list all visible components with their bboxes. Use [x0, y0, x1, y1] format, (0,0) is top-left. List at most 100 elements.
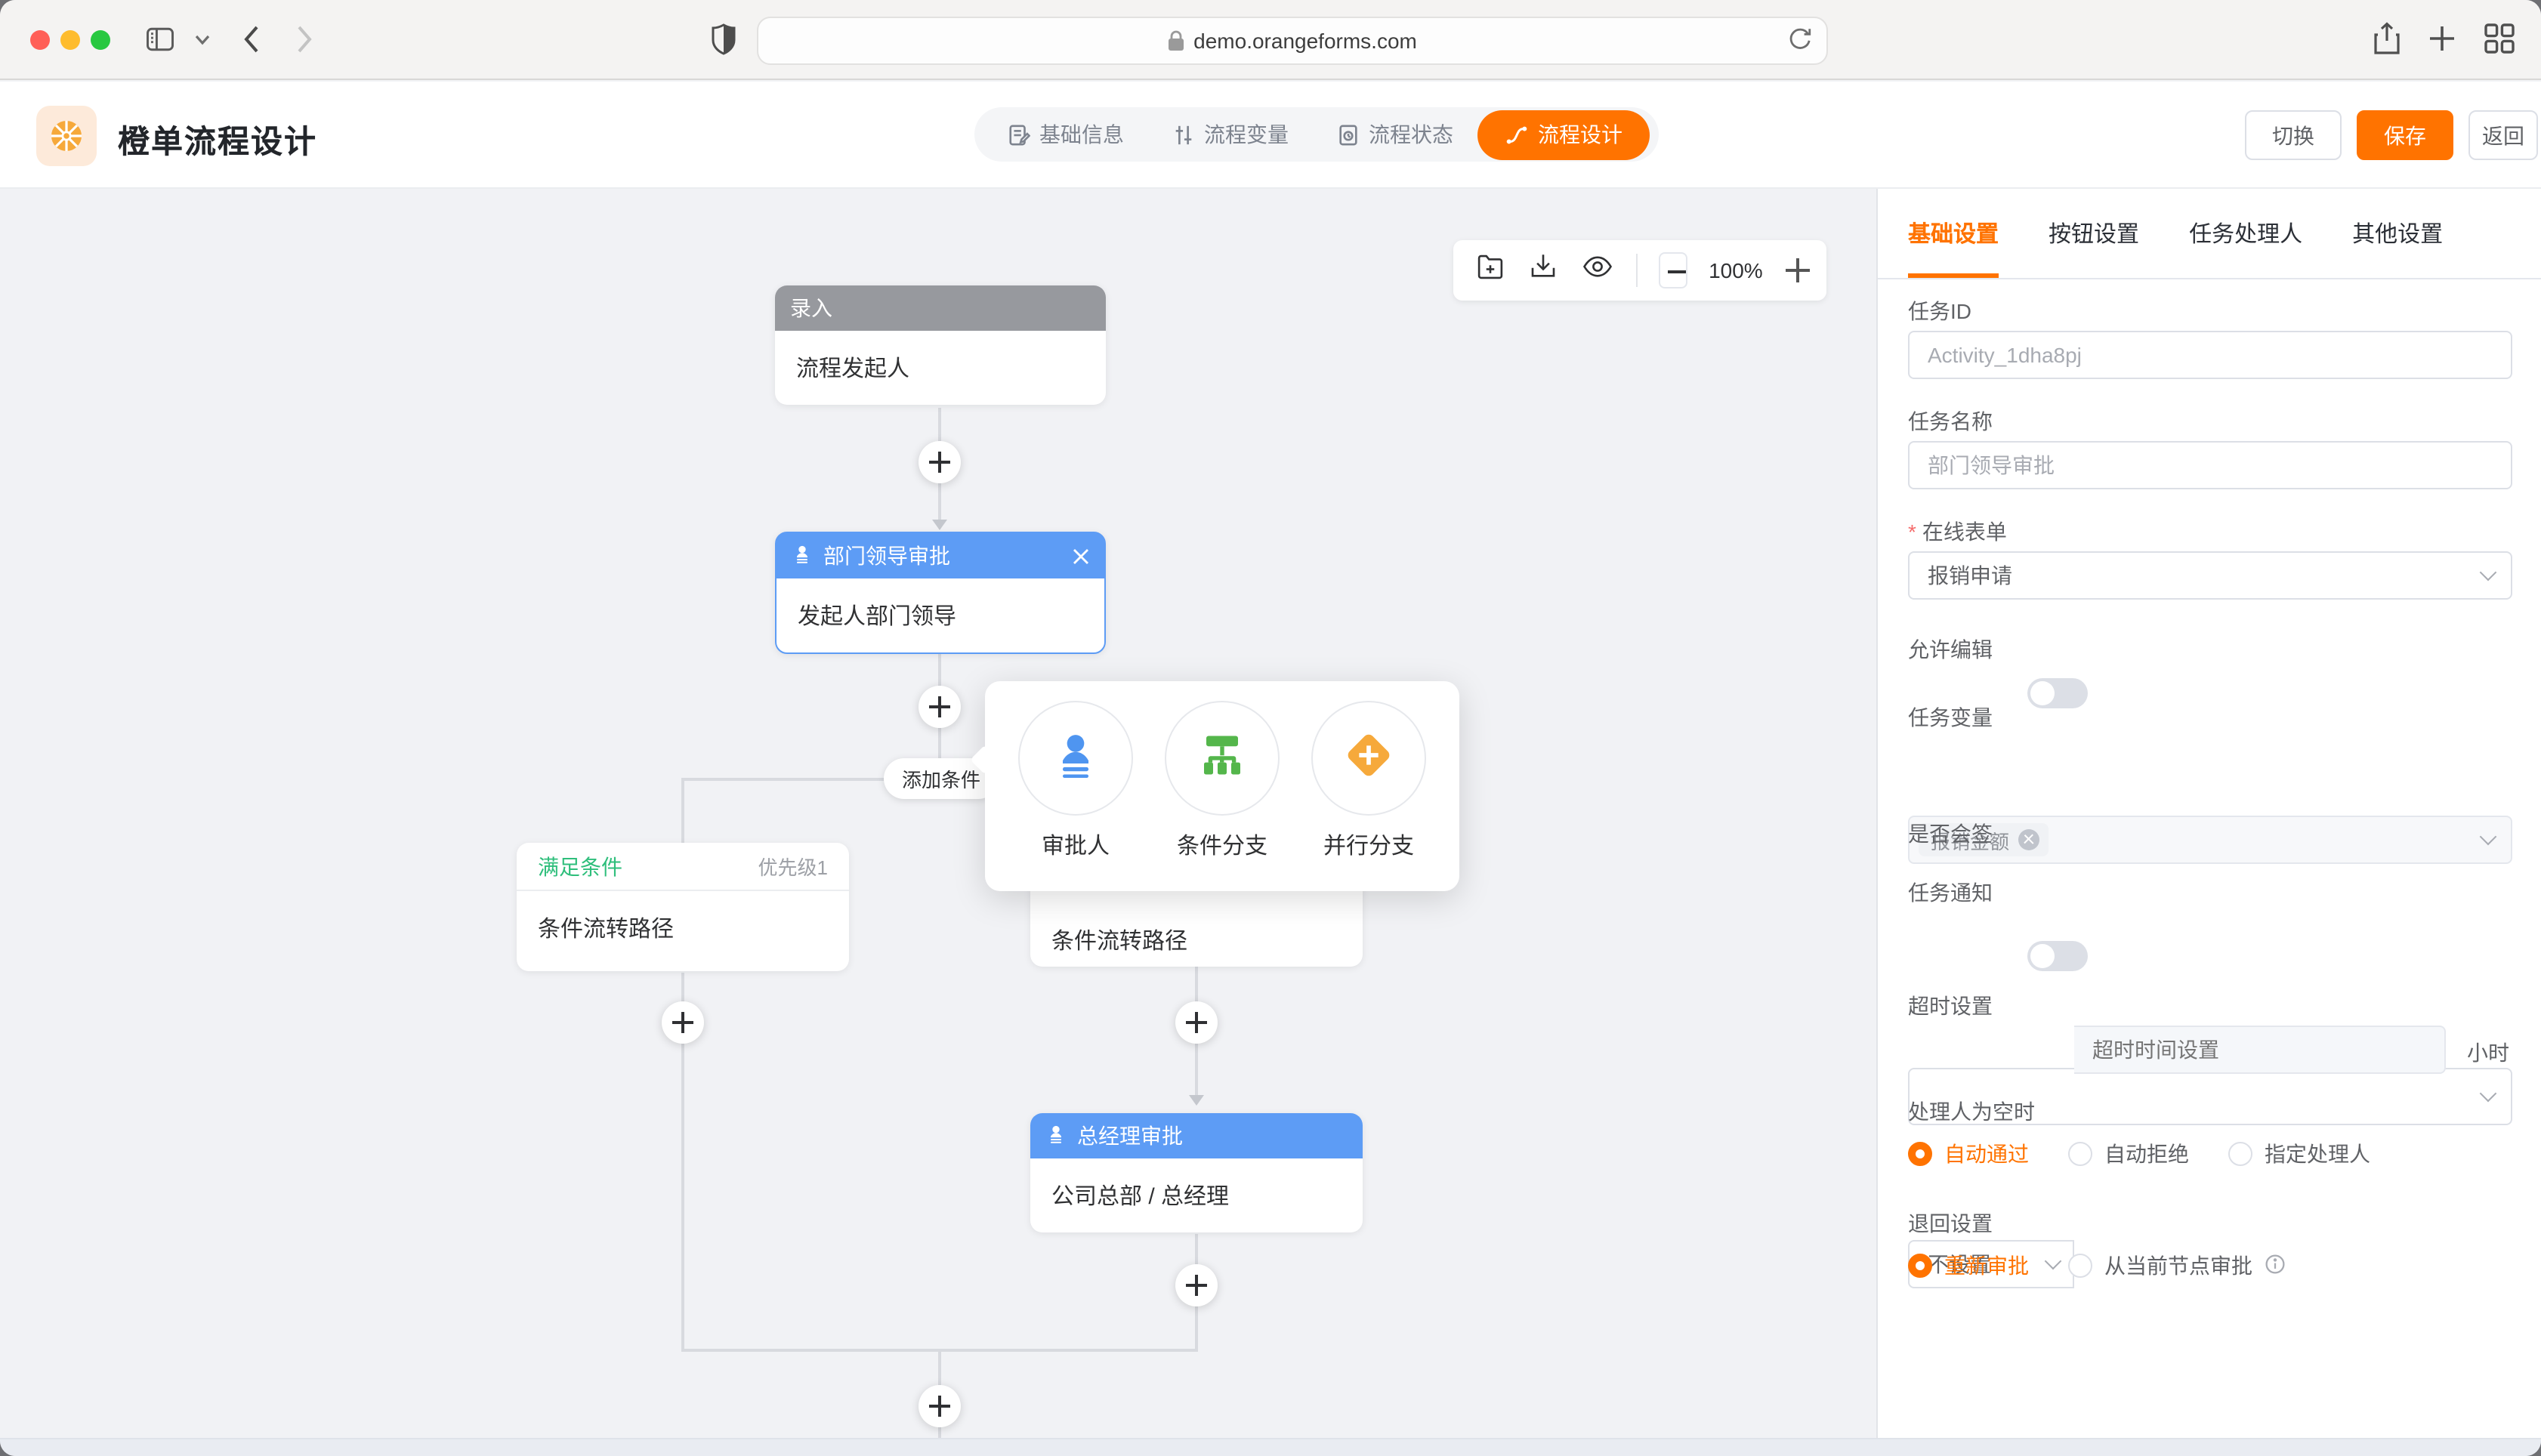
radio-re-approve[interactable]: 重新审批	[1908, 1251, 2029, 1281]
popup-parallel-branch-option[interactable]	[1311, 701, 1426, 816]
open-file-icon[interactable]	[1474, 251, 1506, 290]
tab-basic-info[interactable]: 基础信息	[983, 107, 1148, 162]
back-button[interactable]	[242, 23, 260, 56]
preview-eye-icon[interactable]	[1580, 251, 1615, 290]
add-node-button[interactable]	[662, 1001, 704, 1044]
node-close-icon[interactable]	[1073, 548, 1089, 564]
zoom-out-button[interactable]	[1659, 252, 1688, 288]
chevron-down-icon	[2480, 1085, 2497, 1103]
add-node-button[interactable]	[1175, 1264, 1218, 1306]
radio-auto-reject[interactable]: 自动拒绝	[2068, 1139, 2189, 1169]
share-icon[interactable]	[2372, 21, 2402, 57]
connector	[681, 778, 684, 843]
task-notify-label: 任务通知	[1908, 878, 1993, 908]
chevron-down-icon	[2480, 564, 2497, 581]
radio-auto-approve[interactable]: 自动通过	[1908, 1139, 2029, 1169]
connector	[681, 1044, 684, 1349]
browser-window: demo.orangeforms.com	[0, 0, 2541, 1456]
node-gm-approval[interactable]: 总经理审批 公司总部 / 总经理	[1030, 1113, 1363, 1232]
tab-other-settings[interactable]: 其他设置	[2352, 189, 2443, 278]
connector	[1195, 1306, 1197, 1349]
sidebar-chevron-icon[interactable]	[193, 32, 211, 47]
tab-button-settings[interactable]: 按钮设置	[2049, 189, 2139, 278]
node-condition-left[interactable]: 满足条件 优先级1 条件流转路径	[517, 843, 849, 971]
tag-remove-icon[interactable]	[2018, 829, 2039, 850]
add-node-button[interactable]	[919, 441, 961, 483]
back-button-app[interactable]: 返回	[2468, 110, 2538, 160]
url-text: demo.orangeforms.com	[1193, 29, 1417, 53]
task-id-input[interactable]: Activity_1dha8pj	[1908, 331, 2512, 379]
connector	[1195, 1234, 1197, 1264]
window-minimize-button[interactable]	[60, 30, 80, 50]
tab-flow-variables[interactable]: 流程变量	[1148, 107, 1313, 162]
node-start-header: 录入	[775, 285, 1106, 331]
connector	[938, 652, 940, 686]
add-node-button[interactable]	[919, 686, 961, 728]
flow-canvas[interactable]: 录入 流程发起人 部门领导审批	[0, 189, 1876, 1438]
timeout-time-input[interactable]	[2074, 1026, 2446, 1074]
canvas-toolbar: 100%	[1453, 240, 1826, 301]
node-condition-right-body: 条件流转路径	[1030, 903, 1209, 983]
add-node-button[interactable]	[1175, 1001, 1218, 1044]
connector	[1195, 1044, 1197, 1098]
tab-basic-settings[interactable]: 基础设置	[1908, 189, 1999, 278]
task-variable-select[interactable]: 报销金额	[1908, 816, 2512, 864]
task-name-input[interactable]: 部门领导审批	[1908, 441, 2512, 489]
zoom-in-button[interactable]	[1784, 257, 1805, 284]
forward-button[interactable]	[296, 23, 314, 56]
new-tab-icon[interactable]	[2428, 24, 2456, 53]
screenshot-viewport: demo.orangeforms.com	[0, 0, 2541, 1456]
allow-edit-label: 允许编辑	[1908, 634, 1993, 665]
timeout-label: 超时设置	[1908, 991, 1993, 1021]
task-id-label: 任务ID	[1908, 296, 1971, 326]
empty-handler-options: 自动通过 自动拒绝 指定处理人	[1908, 1139, 2370, 1169]
window-bottom-strip	[0, 1438, 2541, 1456]
node-start-body: 流程发起人	[775, 331, 1106, 405]
window-zoom-button[interactable]	[91, 30, 110, 50]
app-title: 橙单流程设计	[118, 118, 317, 163]
node-gm-approval-header: 总经理审批	[1030, 1113, 1363, 1158]
download-icon[interactable]	[1527, 251, 1559, 290]
node-start[interactable]: 录入 流程发起人	[775, 285, 1106, 405]
address-bar[interactable]: demo.orangeforms.com	[757, 17, 1828, 65]
popup-condition-branch-label: 条件分支	[1165, 829, 1280, 861]
connector	[938, 483, 940, 523]
return-setting-options: 重新审批 从当前节点审批	[1908, 1251, 2286, 1281]
tab-flow-status[interactable]: 流程状态	[1313, 107, 1477, 162]
sidebar-toggle-icon[interactable]	[144, 23, 177, 56]
tab-overview-icon[interactable]	[2484, 23, 2515, 54]
radio-assign-handler[interactable]: 指定处理人	[2228, 1139, 2370, 1169]
radio-from-current-node[interactable]: 从当前节点审批	[2068, 1251, 2286, 1281]
zoom-level: 100%	[1709, 258, 1763, 282]
online-form-select[interactable]: 报销申请	[1908, 551, 2512, 600]
switch-button[interactable]: 切换	[2245, 110, 2342, 160]
popup-approver-option[interactable]	[1018, 701, 1133, 816]
popup-condition-branch-option[interactable]	[1165, 701, 1280, 816]
connector	[681, 973, 684, 1003]
reload-icon[interactable]	[1789, 26, 1811, 51]
flow-step-tabs: 基础信息 流程变量 流程状态 流程设计	[974, 107, 1659, 162]
countersign-toggle[interactable]	[2027, 941, 2088, 971]
privacy-shield-icon[interactable]	[710, 21, 737, 57]
app-logo	[36, 106, 97, 166]
connector	[938, 1349, 940, 1385]
lock-icon	[1168, 30, 1184, 51]
window-close-button[interactable]	[30, 30, 50, 50]
save-button[interactable]: 保存	[2357, 110, 2453, 160]
countersign-label: 是否会签	[1908, 819, 1993, 849]
node-gm-approval-body: 公司总部 / 总经理	[1030, 1158, 1363, 1232]
node-condition-left-body: 条件流转路径	[517, 891, 849, 971]
tab-task-handler[interactable]: 任务处理人	[2189, 189, 2302, 278]
condition-branch-icon	[1195, 727, 1249, 789]
allow-edit-toggle[interactable]	[2027, 678, 2088, 708]
task-variable-label: 任务变量	[1908, 702, 1993, 733]
popup-parallel-branch-label: 并行分支	[1311, 829, 1426, 861]
task-name-label: 任务名称	[1908, 406, 1993, 436]
approver-stamp-icon	[1050, 729, 1101, 788]
tab-flow-design[interactable]: 流程设计	[1477, 110, 1650, 159]
node-dept-approval[interactable]: 部门领导审批 发起人部门领导	[775, 532, 1106, 654]
add-node-button[interactable]	[919, 1385, 961, 1427]
tabs-divider	[1878, 278, 2541, 279]
timeout-unit: 小时	[2467, 1038, 2509, 1068]
online-form-label: 在线表单	[1908, 517, 2007, 547]
